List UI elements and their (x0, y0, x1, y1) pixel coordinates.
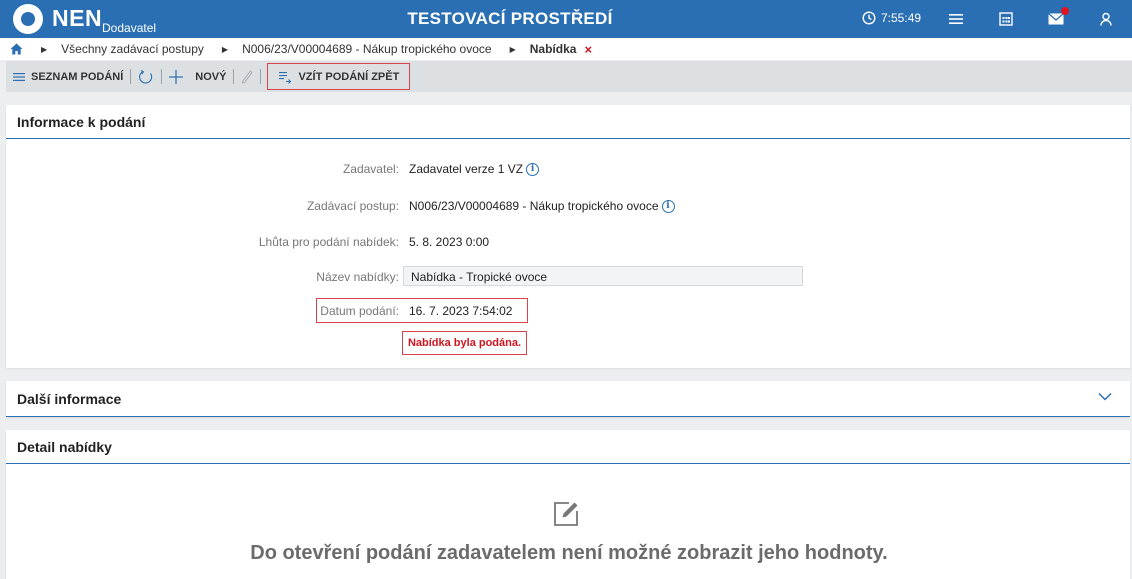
logo-subtitle: Dodavatel (102, 21, 157, 35)
plus-icon (169, 69, 184, 84)
breadcrumb-item-offer: Nabídka (529, 42, 577, 56)
submission-status-message: Nabídka byla podána. (402, 331, 527, 355)
list-icon (13, 72, 25, 81)
withdraw-icon (279, 71, 292, 84)
breadcrumb-item-procedure[interactable]: N006/23/V00004689 - Nákup tropického ovo… (242, 42, 492, 56)
submission-list-label: SEZNAM PODÁNÍ (31, 70, 124, 83)
breadcrumb-item-all-procedures[interactable]: Všechny zadávací postupy (61, 42, 204, 56)
offer-detail-card: Detail nabídky Do otevření podání zadava… (6, 430, 1130, 579)
field-row-offer-name: Název nabídky: Nabídka - Tropické ovoce (6, 266, 1130, 288)
notification-badge (1061, 7, 1069, 15)
close-tab-icon[interactable]: × (584, 42, 592, 57)
breadcrumb-separator-icon: ▶ (41, 44, 48, 54)
status-row: Nabídka byla podána. (6, 331, 1130, 355)
submission-info-card: Informace k podání Zadavatel: Zadavatel … (6, 105, 1130, 368)
menu-icon[interactable] (946, 9, 966, 29)
breadcrumb: ▶ Všechny zadávací postupy ▶ N006/23/V00… (0, 38, 1132, 60)
more-info-card[interactable]: Další informace (6, 381, 1130, 417)
offer-name-value: Nabídka - Tropické ovoce (411, 270, 548, 284)
logo-text: NEN (52, 5, 103, 31)
empty-state-message: Do otevření podání zadavatelem není možn… (250, 542, 888, 564)
breadcrumb-separator-icon: ▶ (221, 44, 229, 54)
clock-time: 7:55:49 (881, 11, 922, 25)
edit-document-icon (554, 502, 578, 526)
section-title: Další informace (6, 381, 1130, 417)
field-label: Zadávací postup: (306, 199, 399, 213)
field-row-deadline: Lhůta pro podání nabídek: 5. 8. 2023 0:0… (6, 231, 1130, 253)
refresh-button[interactable] (131, 61, 161, 92)
field-label: Datum podání: (320, 304, 399, 318)
user-icon[interactable] (1096, 9, 1116, 29)
section-title: Detail nabídky (6, 430, 1130, 464)
field-value-procedure: N006/23/V00004689 - Nákup tropického ovo… (409, 199, 675, 213)
session-clock: 7:55:49 (862, 11, 921, 25)
field-value-submission-date: 16. 7. 2023 7:54:02 (409, 304, 513, 318)
field-value-text: N006/23/V00004689 - Nákup tropického ovo… (409, 199, 659, 213)
mail-icon[interactable] (1046, 7, 1069, 29)
withdraw-submission-button[interactable]: VZÍT PODÁNÍ ZPĚT (267, 63, 411, 90)
clock-icon (862, 11, 876, 25)
field-value-deadline: 5. 8. 2023 0:00 (409, 235, 490, 249)
field-value-contracting-authority: Zadavatel verze 1 VZ i (409, 162, 540, 176)
nen-logo-icon[interactable] (13, 4, 43, 34)
pencil-icon (242, 69, 254, 84)
breadcrumb-separator-icon: ▶ (509, 44, 516, 54)
new-button[interactable]: NOVÝ (162, 61, 233, 92)
toolbar: SEZNAM PODÁNÍ NOVÝ VZÍT PODÁNÍ ZPĚT (6, 61, 1132, 92)
field-row-submission-date: Datum podání: 16. 7. 2023 7:54:02 (6, 298, 1130, 324)
info-icon[interactable]: i (526, 162, 540, 176)
info-icon[interactable]: i (661, 199, 675, 213)
withdraw-submission-label: VZÍT PODÁNÍ ZPĚT (298, 70, 400, 83)
field-row-procedure: Zadávací postup: N006/23/V00004689 - Nák… (6, 195, 1130, 217)
submission-list-button[interactable]: SEZNAM PODÁNÍ (6, 61, 130, 92)
chevron-down-icon[interactable] (1098, 392, 1112, 401)
section-title: Informace k podání (6, 105, 1130, 139)
home-icon[interactable] (10, 43, 23, 55)
field-row-contracting-authority: Zadavatel: Zadavatel verze 1 VZ i (6, 158, 1130, 180)
new-label: NOVÝ (195, 70, 227, 83)
refresh-icon (139, 69, 153, 84)
calculator-icon[interactable] (996, 9, 1016, 29)
field-label: Název nabídky: (316, 270, 399, 284)
field-label: Zadavatel: (342, 162, 399, 176)
edit-button[interactable] (234, 61, 260, 92)
top-bar: NEN Dodavatel TESTOVACÍ PROSTŘEDÍ 7:55:4… (0, 0, 1132, 38)
field-label: Lhůta pro podání nabídek: (258, 235, 399, 249)
environment-title: TESTOVACÍ PROSTŘEDÍ (407, 9, 613, 28)
toolbar-divider (260, 69, 262, 84)
field-value-text: Zadavatel verze 1 VZ (409, 162, 524, 176)
